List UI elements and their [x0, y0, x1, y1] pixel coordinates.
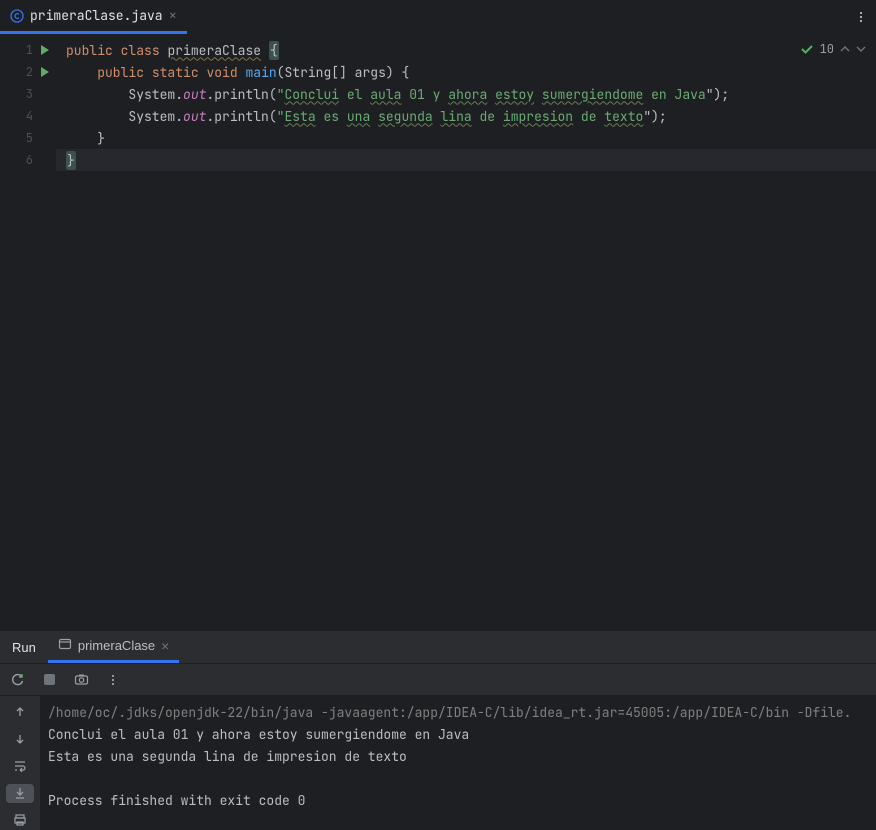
java-class-icon: [10, 9, 24, 23]
editor-tab-bar: primeraClase.java ×: [0, 0, 876, 35]
run-toolbar: [0, 663, 876, 695]
line-number: 1: [26, 42, 33, 58]
console-command-line: /home/oc/.jdks/openjdk-22/bin/java -java…: [48, 704, 851, 721]
run-config-icon: [58, 637, 72, 654]
code-line: public static void main(String[] args) {: [56, 61, 876, 83]
editor-gutter: 1 2 3 4 5 6: [0, 35, 56, 630]
scroll-to-end-icon[interactable]: [6, 784, 34, 803]
arrow-up-icon[interactable]: [6, 702, 34, 721]
rerun-icon[interactable]: [8, 671, 26, 689]
code-area[interactable]: public class primeraClase { public stati…: [56, 35, 876, 630]
arrow-down-icon[interactable]: [6, 729, 34, 748]
line-number: 5: [26, 130, 33, 146]
editor-tab[interactable]: primeraClase.java ×: [0, 0, 187, 34]
check-icon: [800, 42, 814, 56]
print-icon[interactable]: [6, 811, 34, 830]
inspections-widget[interactable]: 10: [800, 41, 866, 57]
line-number: 3: [26, 86, 33, 102]
line-number: 4: [26, 108, 33, 124]
tab-filename: primeraClase.java: [30, 7, 163, 24]
run-class-gutter-icon[interactable]: [40, 45, 50, 55]
run-tool-window-body: /home/oc/.jdks/openjdk-22/bin/java -java…: [0, 695, 876, 830]
code-line: System.out.println("Conclui el aula 01 y…: [56, 83, 876, 105]
camera-icon[interactable]: [72, 671, 90, 689]
console-output[interactable]: /home/oc/.jdks/openjdk-22/bin/java -java…: [40, 696, 876, 830]
console-stdout-line: Conclui el aula 01 y ahora estoy sumergi…: [48, 726, 469, 743]
run-config-tab[interactable]: primeraClase ×: [48, 631, 180, 663]
run-config-name: primeraClase: [78, 638, 155, 653]
code-line: }: [56, 149, 876, 171]
run-tool-window-header: Run primeraClase ×: [0, 630, 876, 663]
run-main-gutter-icon[interactable]: [40, 67, 50, 77]
console-stdout-line: Esta es una segunda lina de impresion de…: [48, 748, 407, 765]
stop-icon[interactable]: [40, 671, 58, 689]
inspection-count: 10: [820, 41, 834, 57]
console-side-toolbar: [0, 696, 40, 830]
console-exit-line: Process finished with exit code 0: [48, 792, 305, 809]
code-editor[interactable]: 1 2 3 4 5 6 public class primeraClase { …: [0, 35, 876, 630]
close-run-tab-icon[interactable]: ×: [161, 638, 169, 654]
soft-wrap-icon[interactable]: [6, 756, 34, 775]
run-tool-label: Run: [0, 631, 48, 663]
more-vert-icon[interactable]: [104, 671, 122, 689]
chevron-down-icon[interactable]: [856, 44, 866, 54]
code-line: System.out.println("Esta es una segunda …: [56, 105, 876, 127]
line-number: 2: [26, 64, 33, 80]
line-number: 6: [26, 152, 33, 168]
chevron-up-icon[interactable]: [840, 44, 850, 54]
close-tab-icon[interactable]: ×: [169, 7, 177, 25]
code-line: }: [56, 127, 876, 149]
tab-more-icon[interactable]: [846, 0, 876, 34]
code-line: public class primeraClase {: [56, 39, 876, 61]
